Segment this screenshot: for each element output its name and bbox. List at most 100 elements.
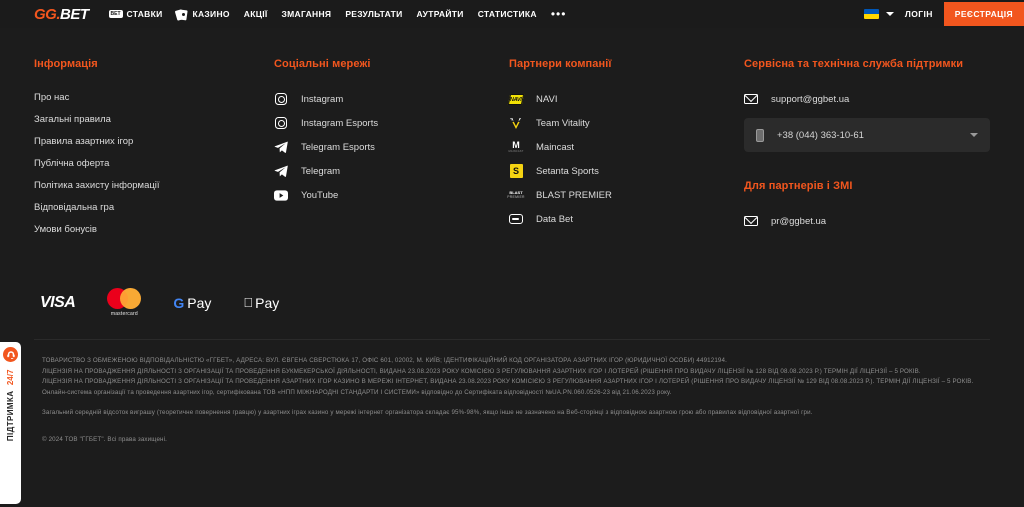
nav-overflow-menu-icon[interactable]: ••• [551, 8, 567, 20]
instagram-icon [274, 92, 288, 106]
bet-badge-icon: BET [108, 10, 123, 18]
partner-links: NAVI NAVI Team Vitality M MAINCAST Mainc… [507, 92, 744, 226]
nav-item-label: СТАВКИ [126, 9, 163, 19]
chevron-down-icon[interactable] [885, 12, 894, 16]
legal-paragraph-license-bookmaker: ЛІЦЕНЗІЯ НА ПРОВАДЖЕННЯ ДІЯЛЬНОСТІ З ОРГ… [42, 367, 921, 375]
login-button[interactable]: ЛОГІН [905, 9, 933, 19]
press-heading: Для партнерів і ЗМІ [744, 180, 853, 192]
social-link-label: Telegram [301, 165, 341, 177]
chevron-down-icon[interactable] [970, 133, 978, 137]
site-logo[interactable]: GG. BET [34, 6, 89, 23]
payment-methods: VISA mastercard G Pay  Pay [0, 246, 1024, 317]
visa-logo-icon: VISA [40, 293, 76, 311]
partner-link-label: Setanta Sports [536, 165, 599, 177]
team-vitality-logo-icon [509, 116, 523, 130]
footer-link-privacy-policy[interactable]: Політика захисту інформації [34, 180, 274, 191]
support-heading: Сервісна та технічна служба підтримки [744, 58, 964, 70]
partner-link-label: Team Vitality [536, 117, 590, 129]
legal-paragraph-rtp: Загальний середній відсоток виграшу (тео… [42, 409, 813, 416]
support-widget-hours: 24/7 [6, 370, 15, 386]
social-link-telegram[interactable]: Telegram [274, 164, 509, 178]
nav-item-label: ЗМАГАННЯ [281, 9, 332, 19]
google-pay-label: Pay [187, 294, 212, 311]
phone-icon [756, 128, 764, 142]
nav-item-label: АУТРАЙТИ [416, 9, 464, 19]
setanta-logo-icon: S [509, 164, 523, 178]
support-email-row[interactable]: support@ggbet.ua [744, 92, 990, 106]
mastercard-label: mastercard [110, 311, 138, 317]
nav-item-statystyka[interactable]: СТАТИСТИКА [478, 9, 537, 19]
footer-link-general-rules[interactable]: Загальні правила [34, 114, 274, 125]
social-link-label: Telegram Esports [301, 141, 375, 153]
social-link-instagram[interactable]: Instagram [274, 92, 509, 106]
register-button[interactable]: РЕЄСТРАЦІЯ [943, 2, 1024, 26]
partner-link-navi[interactable]: NAVI NAVI [507, 92, 744, 106]
social-link-label: YouTube [301, 189, 339, 201]
apple-pay-label: Pay [245, 294, 279, 311]
legal-paragraph-company: ТОВАРИСТВО З ОБМЕЖЕНОЮ ВІДПОВІДАЛЬНІСТЮ … [42, 357, 727, 364]
social-links: Instagram Instagram Esports Telegram Esp… [274, 92, 509, 202]
nav-item-label: КАЗИНО [192, 9, 230, 19]
language-flag-icon[interactable] [863, 9, 879, 19]
partner-link-label: BLAST PREMIER [536, 189, 612, 201]
google-g-mark: G [173, 294, 185, 311]
partner-link-setanta-sports[interactable]: S Setanta Sports [509, 164, 744, 178]
mastercard-logo-icon: mastercard [107, 288, 142, 317]
footer-link-responsible-gaming[interactable]: Відповідальна гра [34, 202, 274, 213]
nav-item-rezultaty[interactable]: РЕЗУЛЬТАТИ [345, 9, 402, 19]
press-email-row[interactable]: pr@ggbet.ua [744, 214, 990, 228]
footer-link-public-offer[interactable]: Публічна оферта [34, 158, 274, 169]
social-link-youtube[interactable]: YouTube [274, 188, 509, 202]
maincast-logo-icon: M MAINCAST [508, 140, 524, 154]
support-email: support@ggbet.ua [771, 93, 850, 105]
press-email: pr@ggbet.ua [771, 215, 827, 227]
footer-link-about[interactable]: Про нас [34, 92, 274, 103]
nav-item-zmagannya[interactable]: ЗМАГАННЯ [282, 9, 332, 19]
legal-paragraph-certification: Онлайн-система організації та проведення… [42, 388, 672, 396]
navi-mark: NAVI [510, 96, 522, 102]
blast-subtext: PREMIER [507, 195, 525, 199]
nav-item-kazino[interactable]: КАЗИНО [175, 8, 230, 21]
support-widget-tab[interactable]: ПІДТРИМКА 24/7 [0, 342, 21, 504]
partner-link-blast-premier[interactable]: BLAST PREMIER BLAST PREMIER [507, 188, 744, 202]
maincast-mark: M [512, 140, 520, 150]
support-widget-label: ПІДТРИМКА [6, 390, 15, 442]
partner-link-data-bet[interactable]: Data Bet [509, 212, 744, 226]
footer-column-social: Соціальні мережі Instagram Instagram Esp… [274, 58, 509, 246]
mail-icon [744, 214, 758, 228]
headset-icon [3, 347, 18, 362]
nav-item-label: АКЦІЇ [243, 9, 268, 19]
social-link-label: Instagram Esports [301, 117, 379, 129]
social-link-instagram-esports[interactable]: Instagram Esports [274, 116, 509, 130]
instagram-icon [274, 116, 288, 130]
nav-right-actions: ЛОГІН РЕЄСТРАЦІЯ [863, 0, 1024, 28]
footer-link-gambling-rules[interactable]: Правила азартних ігор [34, 136, 274, 147]
legal-text-block: ТОВАРИСТВО З ОБМЕЖЕНОЮ ВІДПОВІДАЛЬНІСТЮ … [0, 340, 1024, 445]
support-phone-dropdown[interactable]: +38 (044) 363-10-61 [744, 118, 990, 152]
footer-column-partners: Партнери компанії NAVI NAVI Team Vitalit… [507, 58, 744, 246]
nav-item-label: РЕЗУЛЬТАТИ [345, 9, 403, 19]
partner-link-team-vitality[interactable]: Team Vitality [509, 116, 744, 130]
setanta-mark: S [512, 165, 519, 176]
footer-link-bonus-terms[interactable]: Умови бонусів [34, 224, 274, 235]
nav-item-autrayty[interactable]: АУТРАЙТИ [417, 9, 464, 19]
copyright-text: © 2024 ТОВ "ГГБЕТ". Всі права захищені. [42, 435, 167, 443]
logo-gg-text: GG [34, 5, 57, 23]
support-phone-number: +38 (044) 363-10-61 [777, 129, 864, 141]
partner-link-maincast[interactable]: M MAINCAST Maincast [509, 140, 744, 154]
partner-link-label: NAVI [536, 93, 558, 105]
support-widget-text: ПІДТРИМКА 24/7 [6, 370, 15, 441]
telegram-icon [274, 164, 288, 178]
social-link-label: Instagram [301, 93, 344, 105]
social-link-telegram-esports[interactable]: Telegram Esports [274, 140, 509, 154]
maincast-subtext: MAINCAST [508, 150, 524, 153]
column-heading: Партнери компанії [509, 58, 612, 70]
mail-icon [744, 92, 758, 106]
nav-item-stavki[interactable]: BET СТАВКИ [108, 9, 163, 19]
top-navigation-bar: GG. BET BET СТАВКИ КАЗИНО АКЦІЇ ЗМАГАННЯ … [0, 0, 1024, 28]
legal-paragraph-license-casino: ЛІЦЕНЗІЯ НА ПРОВАДЖЕННЯ ДІЯЛЬНОСТІ З ОРГ… [42, 378, 974, 385]
blast-premier-logo-icon: BLAST PREMIER [507, 188, 525, 202]
nav-item-akcii[interactable]: АКЦІЇ [244, 9, 268, 19]
databet-logo-icon [509, 212, 523, 226]
column-heading: Інформація [34, 58, 98, 70]
